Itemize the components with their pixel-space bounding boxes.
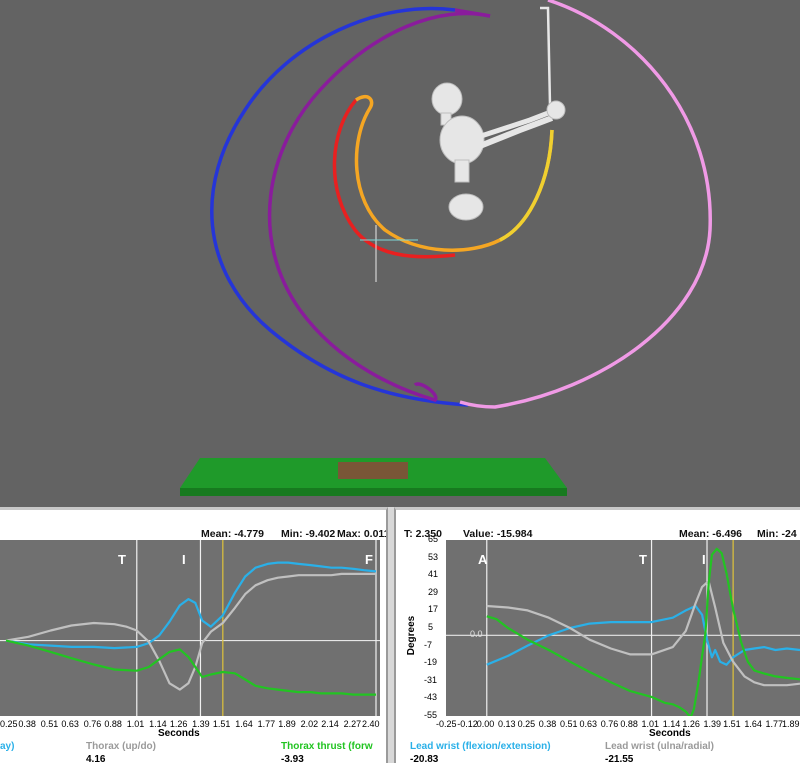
x-tick-label: 1.64 bbox=[744, 719, 762, 729]
mean-stat: Mean: -6.496 bbox=[679, 528, 743, 540]
x-tick-label: 1.89 bbox=[278, 719, 296, 729]
value-readout: Value: -15.984 bbox=[463, 528, 533, 540]
legend-value-thorax-updown: 4.16 bbox=[86, 754, 106, 763]
x-tick-label: 0.38 bbox=[18, 719, 36, 729]
x-tick-label: 0.00 bbox=[476, 719, 495, 729]
left-x-axis-title: Seconds bbox=[158, 728, 200, 739]
outer-trace-pink bbox=[459, 0, 712, 409]
right-chart-area[interactable]: A T I 0.0 bbox=[446, 540, 800, 716]
y-tick-label: -31 bbox=[424, 674, 438, 685]
x-tick-label: 0.25 bbox=[517, 719, 536, 729]
x-tick-label: 1.89 bbox=[782, 719, 800, 729]
x-tick-label: 2.02 bbox=[300, 719, 319, 729]
series-line-2 bbox=[486, 547, 800, 716]
event-label-I: I bbox=[182, 552, 186, 567]
y-tick-label: 65 bbox=[428, 534, 439, 544]
left-graph-panel[interactable]: Mean: -4.779 Min: -9.402 Max: 0.011 T I … bbox=[0, 507, 388, 763]
club-shaft bbox=[540, 6, 552, 106]
x-tick-label: -0.25 bbox=[436, 719, 457, 729]
legend-value-wrist-ulnar: -21.55 bbox=[605, 754, 634, 763]
x-tick-label: 0.76 bbox=[83, 719, 102, 729]
x-tick-label: 1.01 bbox=[126, 719, 145, 729]
left-line-chart bbox=[0, 540, 380, 716]
zero-line-label: 0.0 bbox=[470, 629, 483, 639]
x-tick-label: 2.14 bbox=[321, 719, 339, 729]
x-tick-label: 0.13 bbox=[497, 719, 516, 729]
mean-stat: Mean: -4.779 bbox=[201, 528, 265, 540]
event-label-T: T bbox=[639, 552, 647, 567]
x-tick-label: 2.27 bbox=[343, 719, 362, 729]
y-tick-label: -7 bbox=[424, 639, 433, 650]
x-tick-label: 0.63 bbox=[579, 719, 598, 729]
y-tick-label: 29 bbox=[428, 586, 439, 597]
y-tick-label: 41 bbox=[428, 569, 439, 580]
x-tick-label: 1.51 bbox=[212, 719, 231, 729]
x-tick-label: 1.51 bbox=[723, 719, 741, 729]
inner-trace-yellow bbox=[499, 129, 554, 242]
x-tick-label: 1.77 bbox=[257, 719, 276, 729]
right-y-axis-title: Degrees bbox=[406, 615, 418, 656]
event-label-F: F bbox=[365, 552, 373, 567]
x-tick-label: 1.39 bbox=[703, 719, 722, 729]
legend-label-thorax-thrust: Thorax thrust (forw bbox=[281, 741, 373, 752]
event-label-T: T bbox=[118, 552, 126, 567]
legend-label-thorax-sway: ay) bbox=[0, 741, 15, 752]
x-tick-label: 1.64 bbox=[235, 719, 253, 729]
x-tick-label: 0.38 bbox=[538, 719, 557, 729]
right-graph-panel[interactable]: T: 2.350 Value: -15.984 Mean: -6.496 Min… bbox=[394, 507, 800, 763]
series-line-2 bbox=[5, 639, 376, 696]
legend-label-wrist-flexion: Lead wrist (flexion/extension) bbox=[410, 741, 551, 752]
x-tick-label: 2.40 bbox=[362, 719, 380, 729]
right-x-axis-title: Seconds bbox=[649, 728, 691, 739]
legend-value-thorax-thrust: -3.93 bbox=[281, 754, 304, 763]
x-tick-label: 0.88 bbox=[620, 719, 638, 729]
x-tick-label: 0.76 bbox=[600, 719, 619, 729]
y-tick-label: -19 bbox=[424, 657, 438, 668]
swing-trace-canvas bbox=[180, 0, 712, 496]
x-tick-label: 0.51 bbox=[40, 719, 59, 729]
legend-value-wrist-flexion: -20.83 bbox=[410, 754, 439, 763]
left-chart-area[interactable]: T I F bbox=[0, 540, 380, 716]
x-tick-label: -0.12 bbox=[457, 719, 478, 729]
skeleton-figure bbox=[431, 82, 566, 221]
x-tick-label: 0.51 bbox=[559, 719, 578, 729]
min-stat: Min: -9.402 bbox=[281, 528, 336, 540]
max-stat: Max: 0.011 bbox=[337, 528, 388, 540]
y-tick-label: 17 bbox=[428, 604, 439, 615]
inner-trace-red bbox=[332, 98, 456, 259]
legend-label-thorax-updown: Thorax (up/do) bbox=[86, 741, 156, 752]
x-tick-label: 1.77 bbox=[765, 719, 784, 729]
legend-label-wrist-ulnar: Lead wrist (ulna/radial) bbox=[605, 741, 714, 752]
series-line-1 bbox=[5, 572, 376, 691]
x-tick-label: 0.25 bbox=[0, 719, 18, 729]
y-tick-label: -43 bbox=[424, 692, 438, 703]
event-label-I: I bbox=[702, 552, 706, 567]
event-label-A: A bbox=[478, 552, 488, 567]
x-tick-label: 0.88 bbox=[104, 719, 122, 729]
x-tick-label: 0.63 bbox=[61, 719, 79, 729]
hitting-mat bbox=[180, 458, 567, 496]
min-stat: Min: -24 bbox=[757, 528, 797, 540]
y-tick-label: 53 bbox=[428, 551, 439, 562]
y-tick-label: 5 bbox=[428, 622, 434, 632]
3d-swing-viewport[interactable] bbox=[0, 0, 800, 507]
right-line-chart bbox=[446, 540, 800, 716]
